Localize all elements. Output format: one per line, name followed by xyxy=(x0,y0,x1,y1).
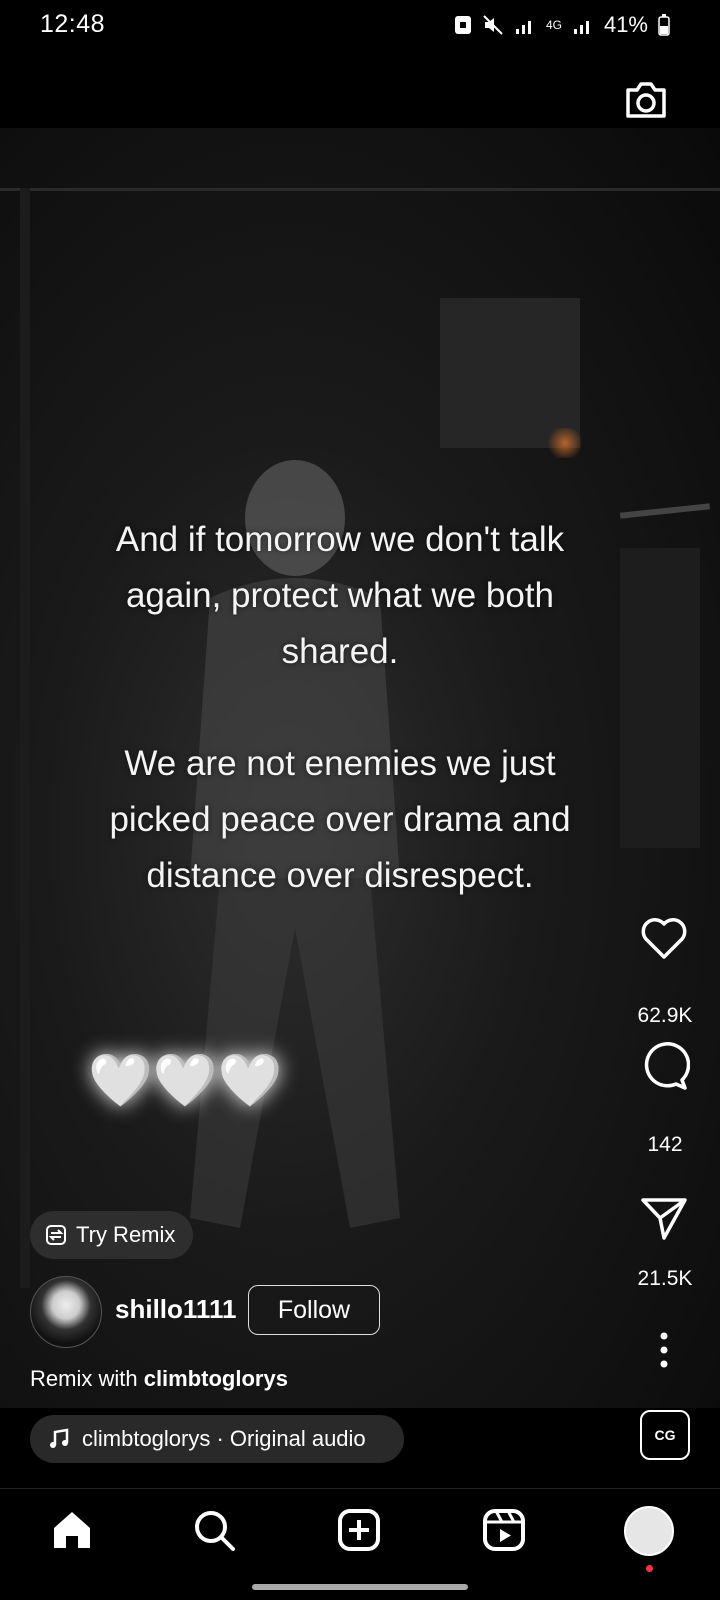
status-bar: 12:48 4G 41% xyxy=(0,0,720,52)
more-options-button[interactable] xyxy=(638,1324,690,1376)
share-button[interactable] xyxy=(638,1192,690,1244)
remix-prefix: Remix with xyxy=(30,1366,138,1391)
caption-paragraph-2: We are not enemies we just picked peace … xyxy=(109,744,571,895)
creator-avatar[interactable] xyxy=(30,1276,102,1348)
nav-profile-avatar[interactable] xyxy=(624,1506,674,1556)
caption-paragraph-1: And if tomorrow we don't talk again, pro… xyxy=(115,520,565,671)
notification-dot xyxy=(646,1565,653,1572)
camera-button[interactable] xyxy=(622,76,670,124)
white-hearts-emoji: 🤍🤍🤍 xyxy=(88,1050,282,1111)
heart-icon xyxy=(641,918,687,959)
comment-icon xyxy=(644,1042,691,1090)
shares-count: 21.5K xyxy=(637,1267,693,1290)
audio-thumbnail[interactable]: CG xyxy=(640,1410,690,1460)
nav-home[interactable] xyxy=(48,1506,96,1554)
follow-button[interactable]: Follow xyxy=(248,1285,380,1335)
hearts-text: 🤍🤍🤍 xyxy=(88,1052,283,1110)
reels-icon xyxy=(483,1509,525,1551)
status-indicators: 4G 41% xyxy=(454,12,670,38)
nav-create[interactable] xyxy=(335,1506,383,1554)
remix-attribution: Remix with climbtoglorys xyxy=(30,1366,288,1392)
signal-icon xyxy=(515,21,531,34)
send-icon xyxy=(641,1198,687,1240)
audio-thumb-text: CG xyxy=(654,1427,676,1443)
nav-reels[interactable] xyxy=(480,1506,528,1554)
add-post-icon xyxy=(338,1509,380,1551)
home-icon xyxy=(54,1512,90,1548)
network-type: 4G xyxy=(545,18,562,32)
comments-count: 142 xyxy=(647,1133,683,1156)
music-note-icon xyxy=(50,1428,69,1448)
audio-chip[interactable]: climbtoglorys · Original audio xyxy=(30,1415,404,1463)
lock-notification-icon xyxy=(454,16,471,34)
battery-percent: 41% xyxy=(603,12,648,37)
nav-search[interactable] xyxy=(190,1506,238,1554)
like-button[interactable] xyxy=(638,912,690,964)
battery-icon xyxy=(658,14,670,36)
likes-count: 62.9K xyxy=(637,1004,693,1027)
comment-button[interactable] xyxy=(638,1040,691,1092)
reel-caption: And if tomorrow we don't talk again, pro… xyxy=(100,512,580,960)
more-vertical-icon xyxy=(660,1332,668,1368)
home-indicator[interactable] xyxy=(252,1584,468,1590)
signal-icon-2 xyxy=(573,21,589,34)
camera-icon xyxy=(626,82,666,118)
try-remix-label: Try Remix xyxy=(76,1222,176,1247)
status-time: 12:48 xyxy=(40,10,106,38)
try-remix-button[interactable]: Try Remix xyxy=(30,1211,194,1259)
remix-icon xyxy=(46,1225,66,1245)
audio-label: climbtoglorys · Original audio xyxy=(82,1426,366,1451)
mute-icon xyxy=(483,15,503,35)
search-icon xyxy=(195,1511,235,1551)
remix-username[interactable]: climbtoglorys xyxy=(144,1366,288,1391)
creator-username[interactable]: shillo1111 xyxy=(115,1294,236,1325)
